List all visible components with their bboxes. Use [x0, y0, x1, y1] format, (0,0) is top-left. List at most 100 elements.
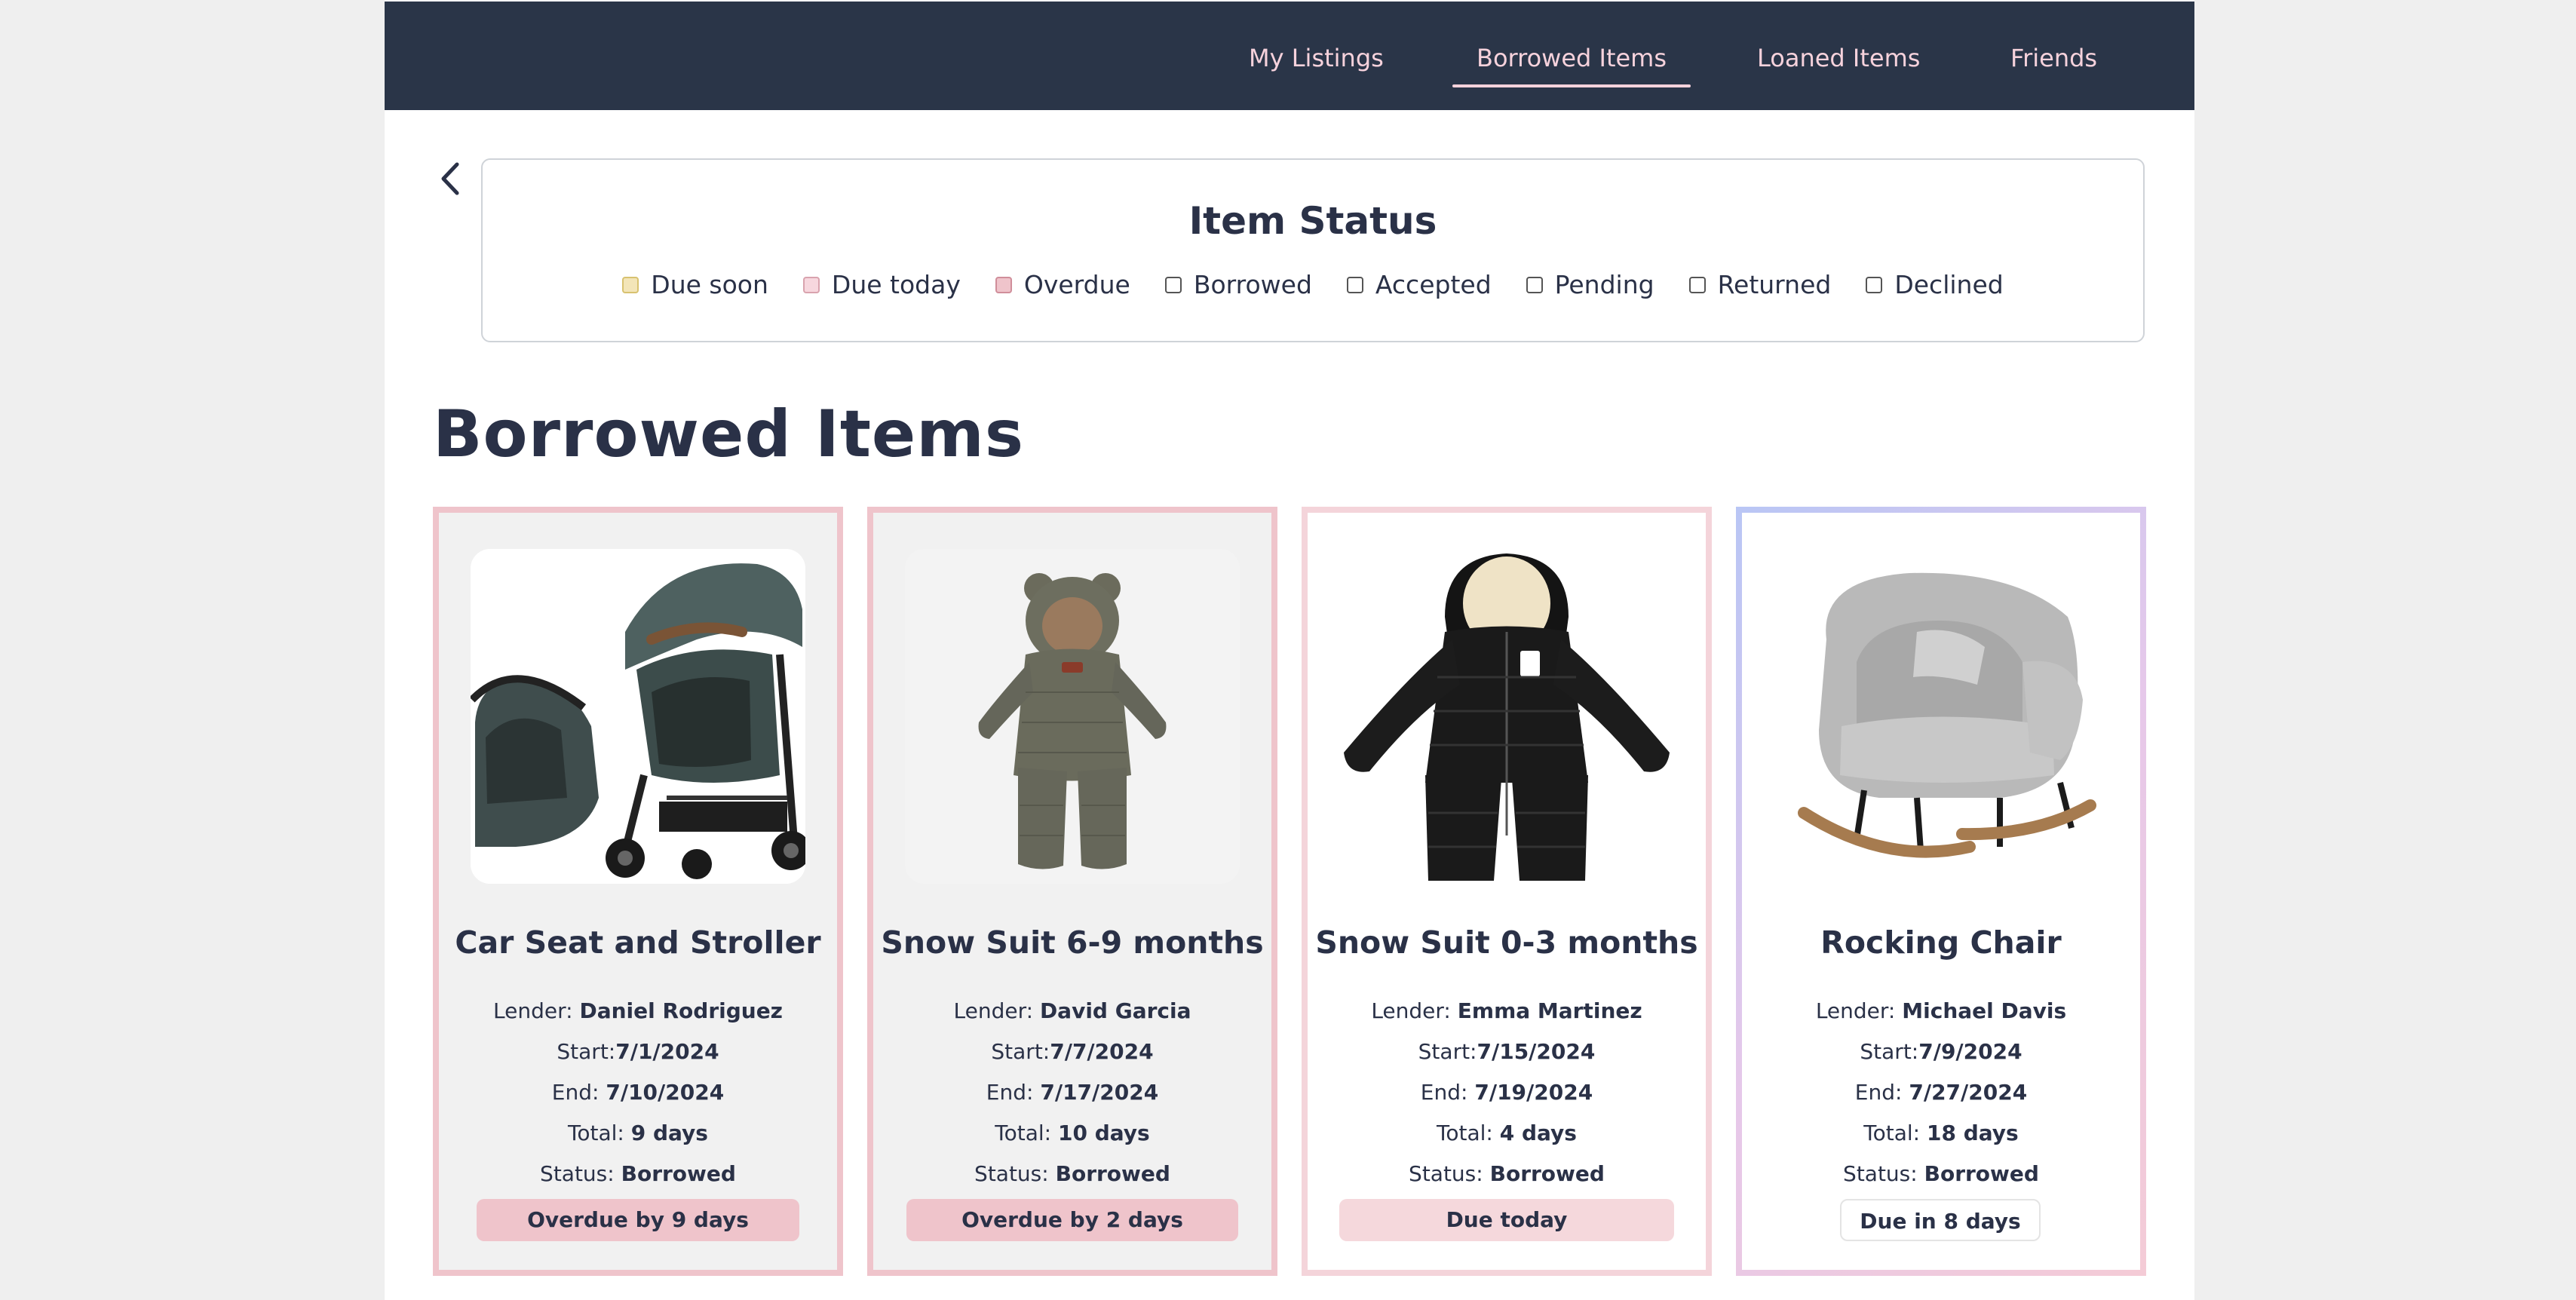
status-value: Borrowed	[1055, 1161, 1170, 1186]
total-label: Total:	[1863, 1121, 1921, 1145]
end-date: 7/27/2024	[1909, 1080, 2028, 1105]
legend-swatch	[1346, 276, 1363, 293]
lender-row: Lender: Michael Davis	[1742, 998, 2140, 1023]
total-label: Total:	[1437, 1121, 1493, 1145]
nav-borrowed-items[interactable]: Borrowed Items	[1452, 41, 1691, 87]
status-value: Borrowed	[621, 1161, 736, 1186]
legend-label: Due soon	[651, 270, 768, 299]
lender-row: Lender: Daniel Rodriguez	[439, 998, 837, 1023]
end-row: End: 7/27/2024	[1742, 1080, 2140, 1105]
lender-name: Emma Martinez	[1457, 998, 1642, 1023]
legend-swatch	[802, 276, 820, 293]
page: My Listings Borrowed Items Loaned Items …	[385, 0, 2194, 1300]
due-badge: Due today	[1339, 1199, 1674, 1241]
item-card-car-seat-stroller[interactable]: Car Seat and Stroller Lender: Daniel Rod…	[433, 507, 843, 1276]
status-value: Borrowed	[1489, 1161, 1605, 1186]
end-date: 7/10/2024	[606, 1080, 725, 1105]
status-label: Status:	[974, 1161, 1049, 1186]
end-row: End: 7/17/2024	[873, 1080, 1271, 1105]
end-label: End:	[986, 1080, 1034, 1105]
total-days: 10 days	[1058, 1121, 1150, 1145]
nav-my-listings[interactable]: My Listings	[1249, 41, 1384, 75]
status-legend: Item Status Due soon Due today Overdue B…	[481, 158, 2145, 342]
card-title: Snow Suit 6-9 months	[881, 924, 1264, 961]
legend-label: Due today	[831, 270, 961, 299]
start-label: Start:	[1418, 1039, 1477, 1064]
lender-name: Michael Davis	[1902, 998, 2067, 1023]
start-date: 7/15/2024	[1477, 1039, 1596, 1064]
end-label: End:	[551, 1080, 600, 1105]
status-value: Borrowed	[1924, 1161, 2039, 1186]
start-date: 7/7/2024	[1050, 1039, 1154, 1064]
lender-row: Lender: Emma Martinez	[1308, 998, 1706, 1023]
lender-label: Lender:	[493, 998, 573, 1023]
nav-friends[interactable]: Friends	[2010, 41, 2097, 75]
legend-swatch	[622, 276, 639, 293]
total-row: Total: 9 days	[439, 1121, 837, 1145]
legend-title: Item Status	[1188, 199, 1437, 243]
start-label: Start:	[557, 1039, 616, 1064]
total-row: Total: 18 days	[1742, 1121, 2140, 1145]
total-row: Total: 10 days	[873, 1121, 1271, 1145]
end-date: 7/17/2024	[1040, 1080, 1159, 1105]
due-badge: Overdue by 2 days	[906, 1199, 1238, 1241]
card-title: Rocking Chair	[1820, 924, 2062, 961]
total-days: 18 days	[1927, 1121, 2019, 1145]
legend-swatch	[1688, 276, 1706, 293]
top-navbar: My Listings Borrowed Items Loaned Items …	[385, 2, 2194, 110]
status-label: Status:	[540, 1161, 615, 1186]
end-row: End: 7/19/2024	[1308, 1080, 1706, 1105]
lender-label: Lender:	[1371, 998, 1451, 1023]
total-days: 4 days	[1499, 1121, 1577, 1145]
legend-items: Due soon Due today Overdue Borrowed Acce…	[483, 270, 2143, 299]
legend-swatch	[1164, 276, 1182, 293]
lender-label: Lender:	[953, 998, 1034, 1023]
end-row: End: 7/10/2024	[439, 1080, 837, 1105]
black-snowsuit-image	[1339, 549, 1674, 884]
legend-label: Declined	[1894, 270, 2004, 299]
back-button[interactable]	[431, 155, 471, 201]
start-label: Start:	[1860, 1039, 1919, 1064]
legend-label: Returned	[1717, 270, 1832, 299]
lender-row: Lender: David Garcia	[873, 998, 1271, 1023]
status-row: Status: Borrowed	[873, 1161, 1271, 1186]
total-row: Total: 4 days	[1308, 1121, 1706, 1145]
page-title: Borrowed Items	[433, 397, 1025, 472]
legend-item-borrowed: Borrowed	[1164, 270, 1312, 299]
total-label: Total:	[995, 1121, 1052, 1145]
item-card-snow-suit-0-3[interactable]: Snow Suit 0-3 months Lender: Emma Martin…	[1302, 507, 1712, 1276]
legend-item-overdue: Overdue	[995, 270, 1130, 299]
legend-label: Borrowed	[1193, 270, 1312, 299]
end-date: 7/19/2024	[1474, 1080, 1593, 1105]
legend-item-accepted: Accepted	[1346, 270, 1492, 299]
legend-label: Overdue	[1023, 270, 1130, 299]
legend-item-pending: Pending	[1526, 270, 1654, 299]
stroller-image	[471, 549, 805, 884]
status-row: Status: Borrowed	[439, 1161, 837, 1186]
legend-item-returned: Returned	[1688, 270, 1832, 299]
item-card-rocking-chair[interactable]: Rocking Chair Lender: Michael Davis Star…	[1736, 507, 2146, 1276]
start-row: Start:7/9/2024	[1742, 1039, 2140, 1064]
lender-name: David Garcia	[1039, 998, 1191, 1023]
due-badge: Overdue by 9 days	[477, 1199, 799, 1241]
legend-label: Accepted	[1375, 270, 1492, 299]
start-date: 7/1/2024	[615, 1039, 719, 1064]
legend-item-declined: Declined	[1866, 270, 2004, 299]
lender-label: Lender:	[1815, 998, 1896, 1023]
chevron-left-icon	[441, 162, 459, 195]
card-title: Snow Suit 0-3 months	[1315, 924, 1698, 961]
end-label: End:	[1420, 1080, 1468, 1105]
start-row: Start:7/15/2024	[1308, 1039, 1706, 1064]
start-date: 7/9/2024	[1918, 1039, 2022, 1064]
total-days: 9 days	[630, 1121, 708, 1145]
start-row: Start:7/7/2024	[873, 1039, 1271, 1064]
legend-item-due-today: Due today	[802, 270, 961, 299]
legend-item-due-soon: Due soon	[622, 270, 768, 299]
legend-label: Pending	[1554, 270, 1654, 299]
olive-snowsuit-image	[905, 549, 1240, 884]
start-label: Start:	[991, 1039, 1050, 1064]
item-card-snow-suit-6-9[interactable]: Snow Suit 6-9 months Lender: David Garci…	[867, 507, 1277, 1276]
end-label: End:	[1854, 1080, 1903, 1105]
nav-loaned-items[interactable]: Loaned Items	[1757, 41, 1920, 75]
legend-swatch	[1526, 276, 1543, 293]
